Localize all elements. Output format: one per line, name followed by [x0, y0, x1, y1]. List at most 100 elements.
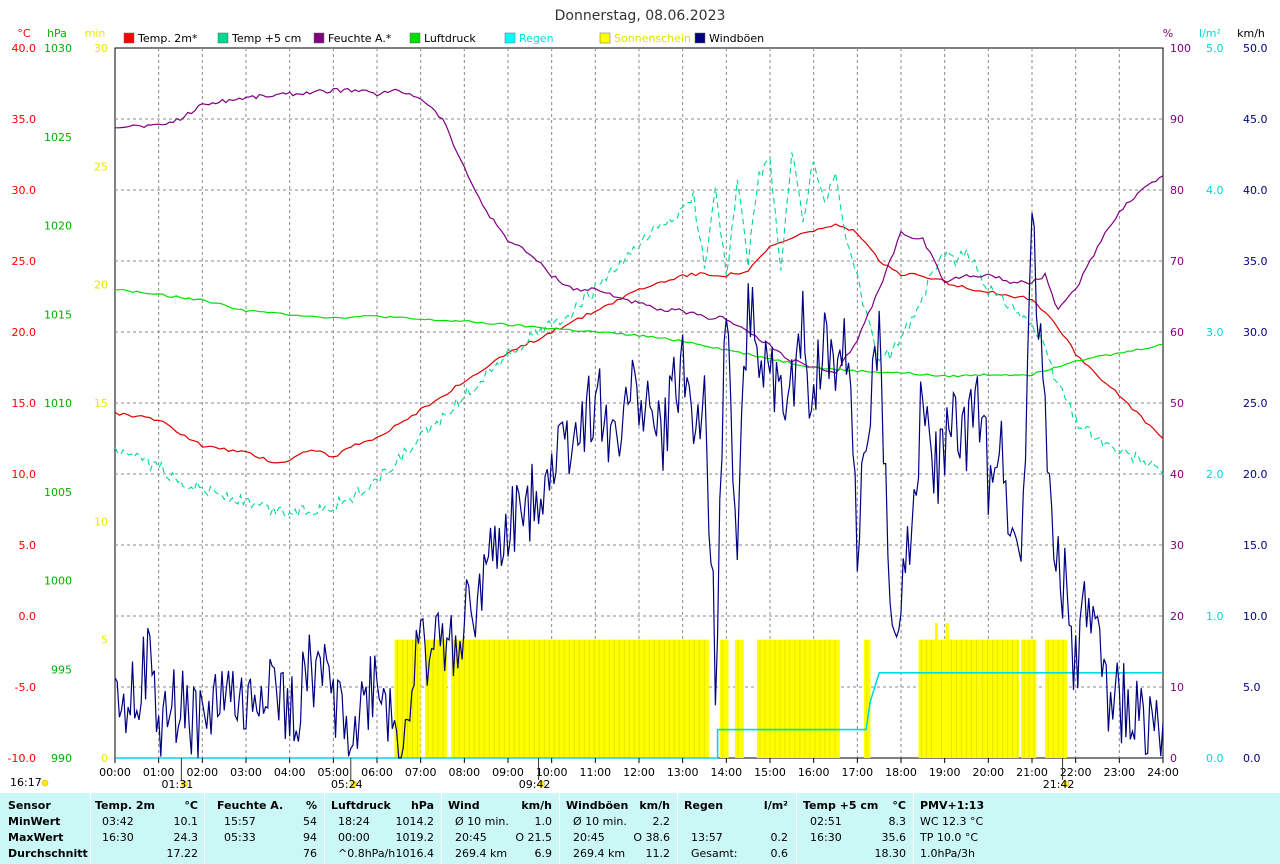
rain-axis-label: 1.0 — [1206, 610, 1224, 623]
pmv-dewpoint: TP 10.0 °C — [920, 831, 979, 844]
corner-time-label: 16:17 — [10, 776, 42, 789]
humidity-axis-label: 20 — [1170, 610, 1184, 623]
x-tick-label: 20:00 — [972, 766, 1004, 779]
sunshine-bar — [918, 639, 980, 758]
stats-avg-value: 6.9 — [534, 847, 553, 860]
stats-column-separator — [204, 793, 205, 864]
x-tick-label: 04:00 — [274, 766, 306, 779]
stats-min-value: 1014.2 — [395, 815, 435, 828]
pressure-axis-label: 1025 — [44, 131, 72, 144]
temp-axis-label: 5.0 — [19, 539, 37, 552]
stats-max-label: 16:30 — [102, 831, 134, 844]
legend-label: Regen — [519, 32, 554, 45]
legend-swatch — [217, 32, 229, 44]
temp-axis-label: 40.0 — [12, 42, 37, 55]
sunshine-peak — [945, 623, 949, 758]
stats-min-value: 10.1 — [173, 815, 199, 828]
legend-swatch — [599, 32, 611, 44]
stats-unit: km/h — [521, 799, 552, 812]
stats-column-separator — [324, 793, 325, 864]
x-tick-label: 15:00 — [754, 766, 786, 779]
stats-header: Temp +5 cm — [803, 799, 879, 812]
time-marker-label: 21:42 — [1043, 778, 1075, 791]
humidity-axis-label: 10 — [1170, 681, 1184, 694]
stats-max-value: 94 — [303, 831, 317, 844]
stats-max-label: 00:00 — [338, 831, 370, 844]
stats-avg-value: 18.30 — [874, 847, 907, 860]
stats-avg-label: 269.4 km — [455, 847, 508, 860]
stats-unit: hPa — [410, 799, 434, 812]
stats-avg-value: 0.6 — [770, 847, 789, 860]
sunshine-axis-label: 20 — [94, 279, 108, 292]
stats-unit: l/m² — [763, 799, 788, 812]
wind-axis-label: 5.0 — [1243, 681, 1261, 694]
rain-unit-label: l/m² — [1199, 27, 1221, 40]
stats-min-label: 02:51 — [810, 815, 842, 828]
x-tick-label: 16:00 — [798, 766, 830, 779]
temp-axis-label: -10.0 — [8, 752, 36, 765]
sunshine-bar — [735, 639, 744, 758]
wind-axis-label: 15.0 — [1243, 539, 1268, 552]
stats-max-label: 13:57 — [691, 831, 723, 844]
legend-swatch — [409, 32, 421, 44]
pmv-windchill: WC 12.3 °C — [920, 815, 984, 828]
rain-axis-label: 3.0 — [1206, 326, 1224, 339]
x-tick-label: 00:00 — [99, 766, 131, 779]
sunshine-axis-label: 15 — [94, 397, 108, 410]
wind-axis-label: 25.0 — [1243, 397, 1268, 410]
wind-axis-label: 50.0 — [1243, 42, 1268, 55]
temp-axis-label: 0.0 — [19, 610, 37, 623]
time-marker-label: 05:24 — [331, 778, 363, 791]
stats-unit: km/h — [639, 799, 670, 812]
x-tick-label: 07:00 — [405, 766, 437, 779]
humidity-axis-label: 50 — [1170, 397, 1184, 410]
x-tick-label: 03:00 — [230, 766, 262, 779]
stats-column-separator — [90, 793, 91, 864]
stats-avg-label: Gesamt: — [691, 847, 738, 860]
stats-row-label: Durchschnitt — [8, 847, 88, 860]
pressure-axis-label: 1000 — [44, 575, 72, 588]
humidity-axis-label: 40 — [1170, 468, 1184, 481]
time-marker-label: 01:31 — [162, 778, 194, 791]
stats-avg-value: 76 — [303, 847, 317, 860]
stats-avg-label: ^0.8hPa/h — [338, 847, 396, 860]
stats-avg-value: 17.22 — [166, 847, 199, 860]
x-tick-label: 08:00 — [448, 766, 480, 779]
legend-label: Feuchte A.* — [328, 32, 392, 45]
pmv-pressure-rate: 1.0hPa/3h — [920, 847, 976, 860]
stats-unit: °C — [892, 799, 906, 812]
stats-max-value: 24.3 — [173, 831, 199, 844]
stats-min-value: 2.2 — [652, 815, 671, 828]
wind-axis-label: 45.0 — [1243, 113, 1268, 126]
x-tick-label: 14:00 — [710, 766, 742, 779]
wind-axis-label: 35.0 — [1243, 255, 1268, 268]
stats-min-value: 1.0 — [534, 815, 553, 828]
pressure-unit-label: hPa — [47, 27, 67, 40]
pressure-axis-label: 1020 — [44, 220, 72, 233]
sunshine-bar — [719, 639, 729, 758]
stats-min-label: 18:24 — [338, 815, 370, 828]
humidity-axis-label: 90 — [1170, 113, 1184, 126]
pressure-axis-label: 1005 — [44, 486, 72, 499]
x-tick-label: 06:00 — [361, 766, 393, 779]
sunshine-bar — [756, 639, 840, 758]
stats-header: Feuchte A. — [217, 799, 284, 812]
stats-unit: % — [305, 799, 317, 812]
x-tick-label: 18:00 — [885, 766, 917, 779]
legend-label: Sonnenschein — [614, 32, 691, 45]
humidity-axis-label: 80 — [1170, 184, 1184, 197]
statistics-table: Sensor MinWert MaxWert Durchschnitt Temp. 2m… — [0, 793, 1280, 864]
stats-column-separator — [559, 793, 560, 864]
stats-max-value: 1019.2 — [395, 831, 435, 844]
x-tick-label: 23:00 — [1103, 766, 1135, 779]
stats-header: Windböen — [566, 799, 629, 812]
legend-label: Temp +5 cm — [231, 32, 301, 45]
sunshine-unit-label: min — [85, 27, 106, 40]
legend-swatch — [694, 32, 706, 44]
sunshine-axis-label: 0 — [101, 752, 108, 765]
stats-header: Luftdruck — [331, 799, 391, 812]
x-tick-label: 17:00 — [841, 766, 873, 779]
wind-axis-label: 20.0 — [1243, 468, 1268, 481]
rain-axis-label: 5.0 — [1206, 42, 1224, 55]
stats-row-label: MaxWert — [8, 831, 64, 844]
